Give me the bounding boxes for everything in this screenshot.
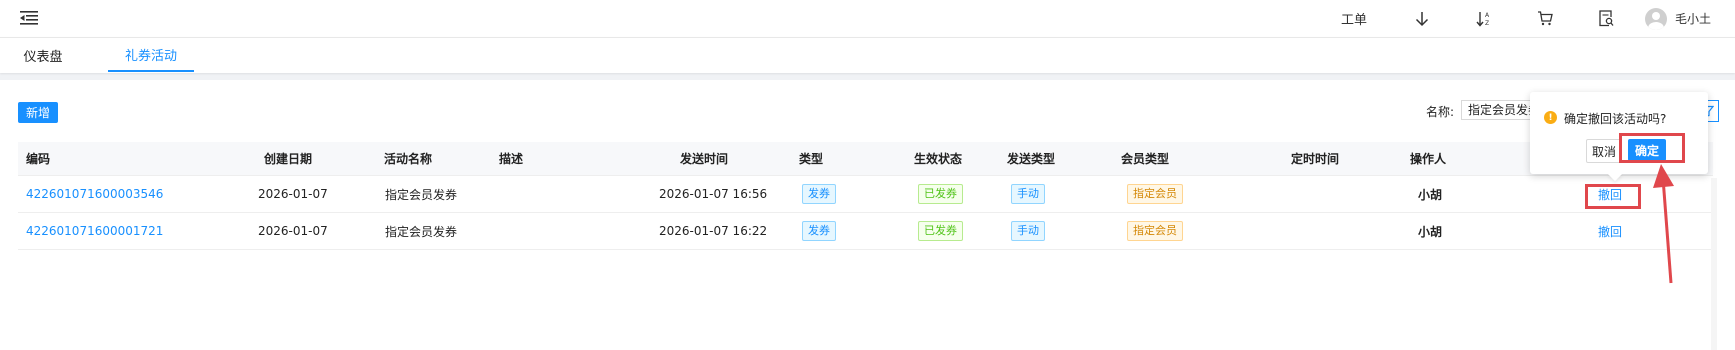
header-activity-name: 活动名称	[384, 152, 433, 166]
highlight-box-confirm	[1619, 133, 1685, 163]
header-code: 编码	[26, 152, 51, 166]
doc-search-button[interactable]	[1594, 0, 1618, 37]
row-member-type-cell: 指定会员	[1127, 176, 1183, 212]
filter-name-input[interactable]: 指定会员发券	[1461, 100, 1531, 120]
svg-text:Z: Z	[1485, 20, 1489, 27]
row-status-cell: 已发券	[918, 213, 963, 249]
table-header: 编码 创建日期 活动名称 描述 发送时间 类型 生效状态 发送类型 会员类型 定…	[18, 142, 1713, 176]
top-bar: 工单 A Z 毛小土	[0, 0, 1735, 37]
user-name: 毛小土	[1675, 12, 1712, 26]
sort-button[interactable]: A Z	[1472, 0, 1496, 37]
coupon-activity-table: 编码 创建日期 活动名称 描述 发送时间 类型 生效状态 发送类型 会员类型 定…	[18, 142, 1713, 250]
add-button[interactable]: 新增	[18, 102, 58, 123]
header-operator: 操作人	[1410, 152, 1447, 166]
row-activity-name: 指定会员发券	[385, 224, 458, 239]
row-activity-name: 指定会员发券	[385, 187, 458, 202]
row-member-type-cell: 指定会员	[1127, 213, 1183, 249]
header-send-time: 发送时间	[680, 152, 729, 166]
filter-name-label: 名称:	[1426, 105, 1455, 119]
doc-search-icon	[1598, 10, 1614, 27]
user-avatar-icon	[1645, 7, 1667, 30]
main-content: 新增 名称: 指定会员发券 编码 创建日期 活动名称 描述 发送时间 类型 生效…	[0, 80, 1735, 350]
row-status-cell: 已发券	[918, 176, 963, 212]
warning-icon: !	[1544, 111, 1557, 124]
confirm-message: 确定撤回该活动吗?	[1564, 112, 1667, 126]
tab-label: 仪表盘	[23, 49, 63, 65]
row-send-type-cell: 手动	[1011, 213, 1045, 249]
header-send-type: 发送类型	[1007, 152, 1056, 166]
type-tag: 发券	[802, 221, 836, 241]
menu-fold-icon[interactable]	[20, 10, 38, 26]
work-order-label: 工单	[1340, 13, 1367, 28]
header-type: 类型	[799, 152, 824, 166]
user-menu[interactable]: 毛小土	[1645, 0, 1723, 37]
row-created-date: 2026-01-07	[258, 224, 328, 238]
revoke-button[interactable]: 撤回	[1598, 213, 1622, 249]
row-code-link[interactable]: 422601071600001721	[26, 213, 163, 249]
header-description: 描述	[499, 152, 524, 166]
tabs-bar: 仪表盘 礼券活动	[0, 37, 1735, 73]
header-scheduled-time: 定时时间	[1291, 152, 1340, 166]
work-order-link[interactable]: 工单	[1334, 0, 1374, 37]
row-created-date: 2026-01-07	[258, 187, 328, 201]
svg-text:A: A	[1485, 12, 1490, 19]
row-type-cell: 发券	[802, 213, 836, 249]
row-operator: 小胡	[1418, 187, 1443, 202]
header-created-date: 创建日期	[264, 152, 313, 166]
table-scrollbar[interactable]	[1711, 178, 1717, 350]
cancel-button[interactable]: 取消	[1586, 139, 1622, 163]
row-send-type-cell: 手动	[1011, 176, 1045, 212]
tab-coupon-activity[interactable]: 礼券活动	[108, 38, 194, 72]
header-effective-status: 生效状态	[914, 152, 963, 166]
cart-button[interactable]	[1533, 0, 1557, 37]
send-type-tag: 手动	[1011, 184, 1045, 204]
row-code-link[interactable]: 422601071600003546	[26, 176, 163, 212]
table-row: 422601071600003546 2026-01-07 指定会员发券 202…	[18, 176, 1713, 213]
row-operator: 小胡	[1418, 224, 1443, 239]
table-row: 422601071600001721 2026-01-07 指定会员发券 202…	[18, 213, 1713, 250]
highlight-box-revoke	[1585, 184, 1641, 209]
sort-az-icon: A Z	[1476, 11, 1490, 27]
row-send-time: 2026-01-07 16:22	[659, 224, 768, 238]
status-badge: 已发券	[918, 184, 963, 204]
tab-label: 礼券活动	[124, 48, 177, 64]
tab-dashboard[interactable]: 仪表盘	[14, 38, 72, 72]
cart-icon	[1538, 11, 1553, 26]
type-tag: 发券	[802, 184, 836, 204]
download-arrow-icon	[1415, 11, 1429, 26]
status-badge: 已发券	[918, 221, 963, 241]
header-member-type: 会员类型	[1121, 152, 1170, 166]
member-type-tag: 指定会员	[1127, 221, 1183, 241]
row-type-cell: 发券	[802, 176, 836, 212]
row-send-time: 2026-01-07 16:56	[659, 187, 768, 201]
member-type-tag: 指定会员	[1127, 184, 1183, 204]
send-type-tag: 手动	[1011, 221, 1045, 241]
download-button[interactable]	[1410, 0, 1434, 37]
